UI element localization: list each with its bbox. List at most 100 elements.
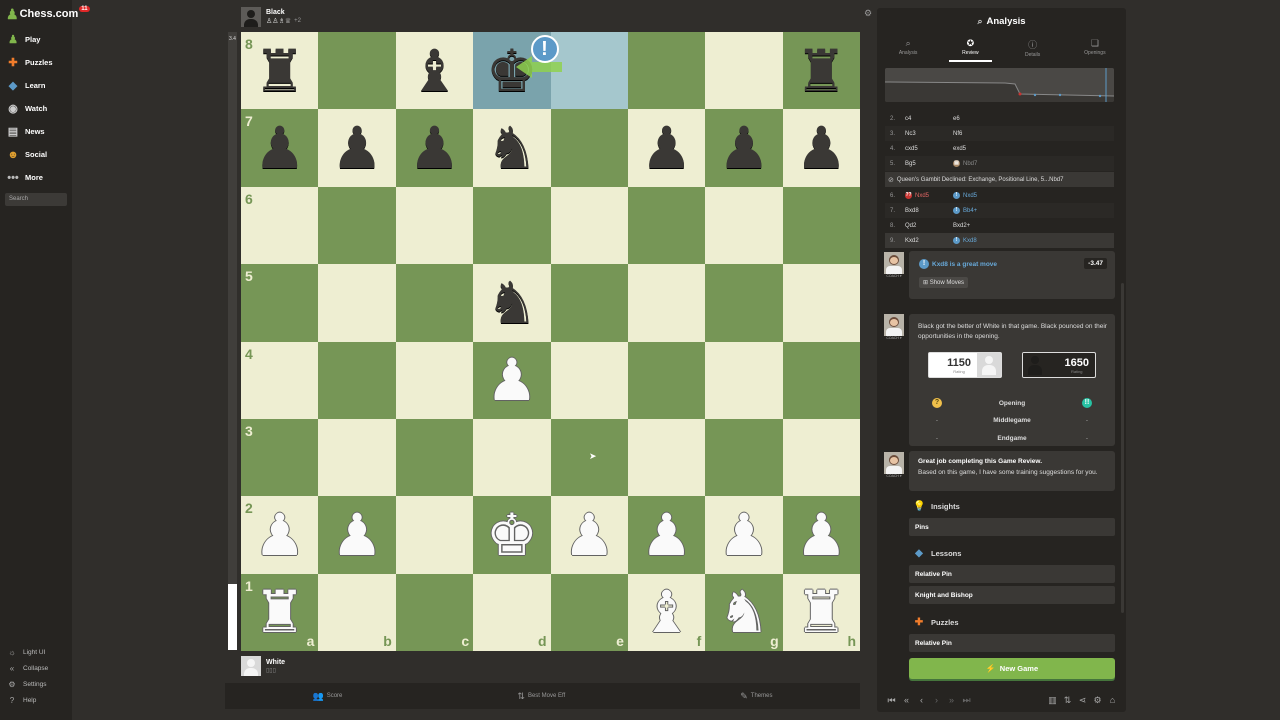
avatar[interactable] xyxy=(241,7,261,27)
square-f4[interactable] xyxy=(627,341,706,419)
square-e4[interactable] xyxy=(550,341,628,419)
black-pawn-icon[interactable]: ♟ xyxy=(254,119,306,177)
square-d5[interactable]: ♞ xyxy=(473,264,551,342)
square-e6[interactable] xyxy=(550,186,628,265)
square-h8[interactable]: ♜ xyxy=(782,32,860,110)
sidebar-bottom-light-ui[interactable]: ☼ Light UI xyxy=(0,644,72,660)
white-move[interactable]: ?? Nxd5 xyxy=(905,191,953,199)
tab-openings[interactable]: ❏ Openings xyxy=(1064,36,1126,62)
square-b8[interactable] xyxy=(318,32,396,110)
square-b6[interactable] xyxy=(318,186,396,265)
avatar[interactable] xyxy=(241,656,261,676)
square-d1[interactable]: d xyxy=(473,573,551,651)
black-move[interactable]: ! Bb4+ xyxy=(953,206,1023,214)
square-c2[interactable] xyxy=(395,496,474,574)
panel-scrollbar[interactable] xyxy=(1121,283,1124,613)
square-h3[interactable] xyxy=(782,418,860,497)
square-b3[interactable] xyxy=(318,418,396,497)
chesscom-logo[interactable]: ♟ Chess.com 11 xyxy=(6,6,90,22)
library-icon[interactable]: ⌂ xyxy=(1105,695,1120,706)
white-knight-icon[interactable]: ♞ xyxy=(718,583,770,641)
settings-icon[interactable]: ⚙ xyxy=(1090,695,1105,706)
bottom-bar-best-move-eff-button[interactable]: ⇅ Best Move Eff xyxy=(517,691,565,702)
square-g6[interactable] xyxy=(705,186,783,265)
square-g3[interactable] xyxy=(705,418,783,497)
square-a5[interactable]: 5 xyxy=(241,264,319,342)
square-c6[interactable] xyxy=(395,186,474,265)
white-bishop-icon[interactable]: ♝ xyxy=(641,583,693,641)
square-e7[interactable] xyxy=(550,109,628,187)
evaluation-graph[interactable] xyxy=(885,68,1114,102)
square-d6[interactable] xyxy=(473,186,551,265)
square-h5[interactable] xyxy=(782,264,860,342)
white-move[interactable]: c4 xyxy=(905,116,953,122)
black-move[interactable]: ▤ Nbd7 xyxy=(953,159,1023,167)
sidebar-item-news[interactable]: ▤ News xyxy=(0,120,72,143)
square-a4[interactable]: 4 xyxy=(241,341,319,419)
square-h4[interactable] xyxy=(782,341,860,419)
square-e1[interactable]: e xyxy=(550,573,628,651)
sidebar-bottom-collapse[interactable]: « Collapse xyxy=(0,660,72,676)
white-pawn-icon[interactable]: ♟ xyxy=(718,506,770,564)
square-c1[interactable]: c xyxy=(395,573,474,651)
black-move[interactable]: ! Nxd5 xyxy=(953,191,1023,199)
square-c3[interactable] xyxy=(395,418,474,497)
square-b5[interactable] xyxy=(318,264,396,342)
show-moves-button[interactable]: ⊞ Show Moves xyxy=(919,277,969,288)
black-pawn-icon[interactable]: ♟ xyxy=(718,119,770,177)
white-move[interactable]: Nc3 xyxy=(905,131,953,137)
new-game-button[interactable]: ⚡ New Game xyxy=(909,658,1115,679)
lesson-item[interactable]: Knight and Bishop xyxy=(909,586,1115,604)
fast-forward-icon[interactable]: » xyxy=(944,695,959,705)
square-d2[interactable]: ♚ xyxy=(473,496,551,574)
square-b4[interactable] xyxy=(318,341,396,419)
black-bishop-icon[interactable]: ♝ xyxy=(408,42,460,100)
square-g4[interactable] xyxy=(705,341,783,419)
square-b1[interactable]: b xyxy=(318,573,396,651)
white-pawn-icon[interactable]: ♟ xyxy=(563,506,615,564)
black-rook-icon[interactable]: ♜ xyxy=(795,42,847,100)
tab-details[interactable]: ⓘ Details xyxy=(1002,36,1064,62)
prev-move-icon[interactable]: ‹ xyxy=(914,695,929,705)
first-move-icon[interactable]: ⏮ xyxy=(884,695,899,706)
sidebar-bottom-settings[interactable]: ⚙ Settings xyxy=(0,676,72,692)
white-pawn-icon[interactable]: ♟ xyxy=(486,351,538,409)
black-move[interactable]: exd5 xyxy=(953,146,1023,152)
square-g2[interactable]: ♟ xyxy=(705,496,783,574)
square-h2[interactable]: ♟ xyxy=(782,496,860,574)
square-h6[interactable] xyxy=(782,186,860,265)
black-move[interactable]: ! Kxd8 xyxy=(953,236,1023,244)
black-knight-icon[interactable]: ♞ xyxy=(486,119,538,177)
square-b7[interactable]: ♟ xyxy=(318,109,396,187)
square-a6[interactable]: 6 xyxy=(241,186,319,265)
sidebar-item-more[interactable]: ••• More xyxy=(0,166,72,189)
sidebar-bottom-help[interactable]: ? Help xyxy=(0,692,72,708)
square-d4[interactable]: ♟ xyxy=(473,341,551,419)
lesson-item[interactable]: Relative Pin xyxy=(909,565,1115,583)
white-king-icon[interactable]: ♚ xyxy=(486,506,538,564)
coach-avatar[interactable] xyxy=(884,314,904,336)
white-pawn-icon[interactable]: ♟ xyxy=(641,506,693,564)
coach-label[interactable]: COACH ▾ xyxy=(884,274,904,278)
square-g7[interactable]: ♟ xyxy=(705,109,783,187)
player-name[interactable]: White xyxy=(266,659,285,666)
sidebar-item-puzzles[interactable]: ✚ Puzzles xyxy=(0,51,72,74)
sidebar-item-learn[interactable]: ◆ Learn xyxy=(0,74,72,97)
chess-board[interactable]: 8 ♜ ♝ ♚! ♜ 7 ♟ ♟ ♟ ♞ ♟ ♟ ♟ 6 5 ♞ 4 ♟ 3 2 ♟ ♟ ♚ ♟ ♟ ♟ ♟ 1 a ♜ b c d e f ♝ g ♞ h… xyxy=(241,32,860,651)
white-pawn-icon[interactable]: ♟ xyxy=(254,506,306,564)
square-c4[interactable] xyxy=(395,341,474,419)
square-h1[interactable]: h ♜ xyxy=(782,573,860,651)
share-icon[interactable]: ⋖ xyxy=(1075,695,1090,706)
square-d7[interactable]: ♞ xyxy=(473,109,551,187)
flip-board-icon[interactable]: ⇅ xyxy=(1060,695,1075,706)
black-move[interactable]: Nf6 xyxy=(953,131,1023,137)
square-e8[interactable] xyxy=(550,32,628,110)
black-move[interactable]: e6 xyxy=(953,116,1023,122)
white-move[interactable]: Kxd2 xyxy=(905,238,953,244)
white-pawn-icon[interactable]: ♟ xyxy=(331,506,383,564)
fast-back-icon[interactable]: « xyxy=(899,695,914,705)
black-pawn-icon[interactable]: ♟ xyxy=(641,119,693,177)
coach-avatar[interactable] xyxy=(884,252,904,274)
insight-item[interactable]: Pins xyxy=(909,518,1115,536)
square-f7[interactable]: ♟ xyxy=(627,109,706,187)
